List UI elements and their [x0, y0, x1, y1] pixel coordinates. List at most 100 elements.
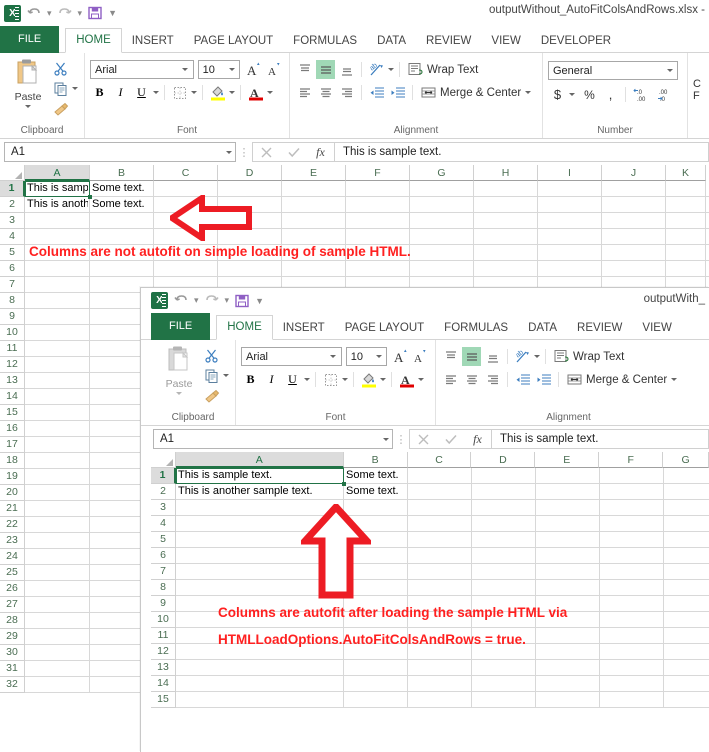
merge-center-dropdown-caret[interactable] [525, 91, 531, 94]
font-name-caret[interactable] [328, 355, 339, 358]
cell-B2[interactable]: Some text. [344, 484, 407, 499]
bold-button[interactable]: B [90, 83, 109, 102]
align-right-icon[interactable] [337, 83, 356, 102]
copy-dropdown-caret[interactable] [223, 374, 229, 377]
col-header-D[interactable]: D [218, 165, 282, 181]
borders-icon[interactable] [170, 83, 189, 102]
tab-review[interactable]: REVIEW [567, 316, 632, 340]
number-format-caret[interactable] [664, 69, 675, 72]
underline-dropdown-caret[interactable] [304, 378, 310, 381]
wrap-text-button[interactable]: Wrap Text [405, 61, 481, 78]
row-header-5[interactable]: 5 [151, 532, 176, 548]
row-header-5[interactable]: 5 [0, 245, 25, 261]
copy-icon[interactable] [51, 79, 70, 98]
col-header-I[interactable]: I [538, 165, 602, 181]
scissors-icon[interactable] [51, 59, 70, 78]
row-header-13[interactable]: 13 [0, 373, 25, 389]
row-header-16[interactable]: 16 [0, 421, 25, 437]
row-header-27[interactable]: 27 [0, 597, 25, 613]
font-color-icon[interactable]: A [397, 370, 416, 389]
save-icon[interactable] [233, 292, 251, 310]
bold-button[interactable]: B [241, 370, 260, 389]
row-header-7[interactable]: 7 [0, 277, 25, 293]
row-header-20[interactable]: 20 [0, 485, 25, 501]
fill-color-dropdown-caret[interactable] [229, 91, 235, 94]
redo-dropdown-caret[interactable]: ▾ [225, 295, 230, 306]
redo-icon[interactable] [56, 4, 74, 22]
font-name-caret[interactable] [180, 68, 191, 71]
name-box[interactable]: A1 [4, 142, 236, 162]
row-header-6[interactable]: 6 [151, 548, 176, 564]
tab-view[interactable]: VIEW [632, 316, 681, 340]
increase-indent-icon[interactable] [534, 370, 553, 389]
tab-home[interactable]: HOME [65, 28, 122, 53]
tab-data[interactable]: DATA [518, 316, 567, 340]
row-header-28[interactable]: 28 [0, 613, 25, 629]
underline-button[interactable]: U [132, 83, 151, 102]
row-header-22[interactable]: 22 [0, 517, 25, 533]
row-header-14[interactable]: 14 [151, 676, 176, 692]
col-header-F[interactable]: F [346, 165, 410, 181]
row-header-15[interactable]: 15 [151, 692, 176, 708]
cell-A2[interactable]: This is another sample text. [25, 197, 88, 212]
col-header-E[interactable]: E [282, 165, 346, 181]
customize-qat-icon[interactable]: ▼ [108, 8, 117, 18]
row-header-25[interactable]: 25 [0, 565, 25, 581]
row-header-30[interactable]: 30 [0, 645, 25, 661]
scissors-icon[interactable] [202, 346, 221, 365]
row-header-2[interactable]: 2 [0, 197, 25, 213]
tab-page-layout[interactable]: PAGE LAYOUT [335, 316, 434, 340]
undo-dropdown-caret[interactable]: ▾ [47, 8, 52, 19]
row-header-32[interactable]: 32 [0, 677, 25, 693]
tab-view[interactable]: VIEW [481, 29, 530, 53]
row-header-19[interactable]: 19 [0, 469, 25, 485]
row-header-21[interactable]: 21 [0, 501, 25, 517]
row-header-4[interactable]: 4 [151, 516, 176, 532]
orientation-dropdown-caret[interactable] [534, 355, 540, 358]
row-header-7[interactable]: 7 [151, 564, 176, 580]
row-header-3[interactable]: 3 [151, 500, 176, 516]
redo-icon[interactable] [203, 292, 221, 310]
row-header-11[interactable]: 11 [151, 628, 176, 644]
row-header-24[interactable]: 24 [0, 549, 25, 565]
font-color-icon[interactable]: A [246, 83, 265, 102]
italic-button[interactable]: I [111, 83, 130, 102]
cancel-icon[interactable] [253, 143, 280, 162]
row-header-1[interactable]: 1 [0, 181, 25, 197]
col-header-G[interactable]: G [663, 452, 709, 468]
increase-indent-icon[interactable] [388, 83, 407, 102]
decrease-decimal-icon[interactable]: .00.0 [655, 85, 677, 104]
align-top-icon[interactable] [295, 60, 314, 79]
row-header-12[interactable]: 12 [0, 357, 25, 373]
save-icon[interactable] [86, 4, 104, 22]
undo-icon[interactable] [172, 292, 190, 310]
wrap-text-button[interactable]: Wrap Text [551, 348, 627, 365]
align-middle-icon[interactable] [316, 60, 335, 79]
tab-insert[interactable]: INSERT [273, 316, 335, 340]
row-header-9[interactable]: 9 [151, 596, 176, 612]
name-box[interactable]: A1 [153, 429, 393, 449]
col-header-C[interactable]: C [408, 452, 472, 468]
format-painter-icon[interactable] [51, 99, 70, 118]
col-header-B[interactable]: B [90, 165, 154, 181]
undo-dropdown-caret[interactable]: ▾ [194, 295, 199, 306]
col-header-A[interactable]: A [176, 452, 344, 468]
currency-format-button[interactable]: $ [548, 85, 567, 104]
increase-decimal-icon[interactable]: .0.00 [631, 85, 653, 104]
font-color-dropdown-caret[interactable] [418, 378, 424, 381]
decrease-font-size-icon[interactable]: A [413, 347, 430, 366]
row-header-13[interactable]: 13 [151, 660, 176, 676]
inner-cell-area[interactable]: This is sample text. Some text. This is … [176, 468, 709, 708]
tab-home[interactable]: HOME [216, 315, 273, 340]
font-size-combo[interactable]: 10 [346, 347, 388, 366]
orientation-icon[interactable]: ab [367, 60, 386, 79]
tab-formulas[interactable]: FORMULAS [434, 316, 518, 340]
tab-formulas[interactable]: FORMULAS [283, 29, 367, 53]
borders-icon[interactable] [321, 370, 340, 389]
currency-dropdown-caret[interactable] [569, 93, 575, 96]
decrease-indent-icon[interactable] [513, 370, 532, 389]
row-header-8[interactable]: 8 [151, 580, 176, 596]
customize-qat-icon[interactable]: ▼ [255, 296, 264, 306]
number-format-combo[interactable]: General [548, 61, 678, 80]
tab-data[interactable]: DATA [367, 29, 416, 53]
